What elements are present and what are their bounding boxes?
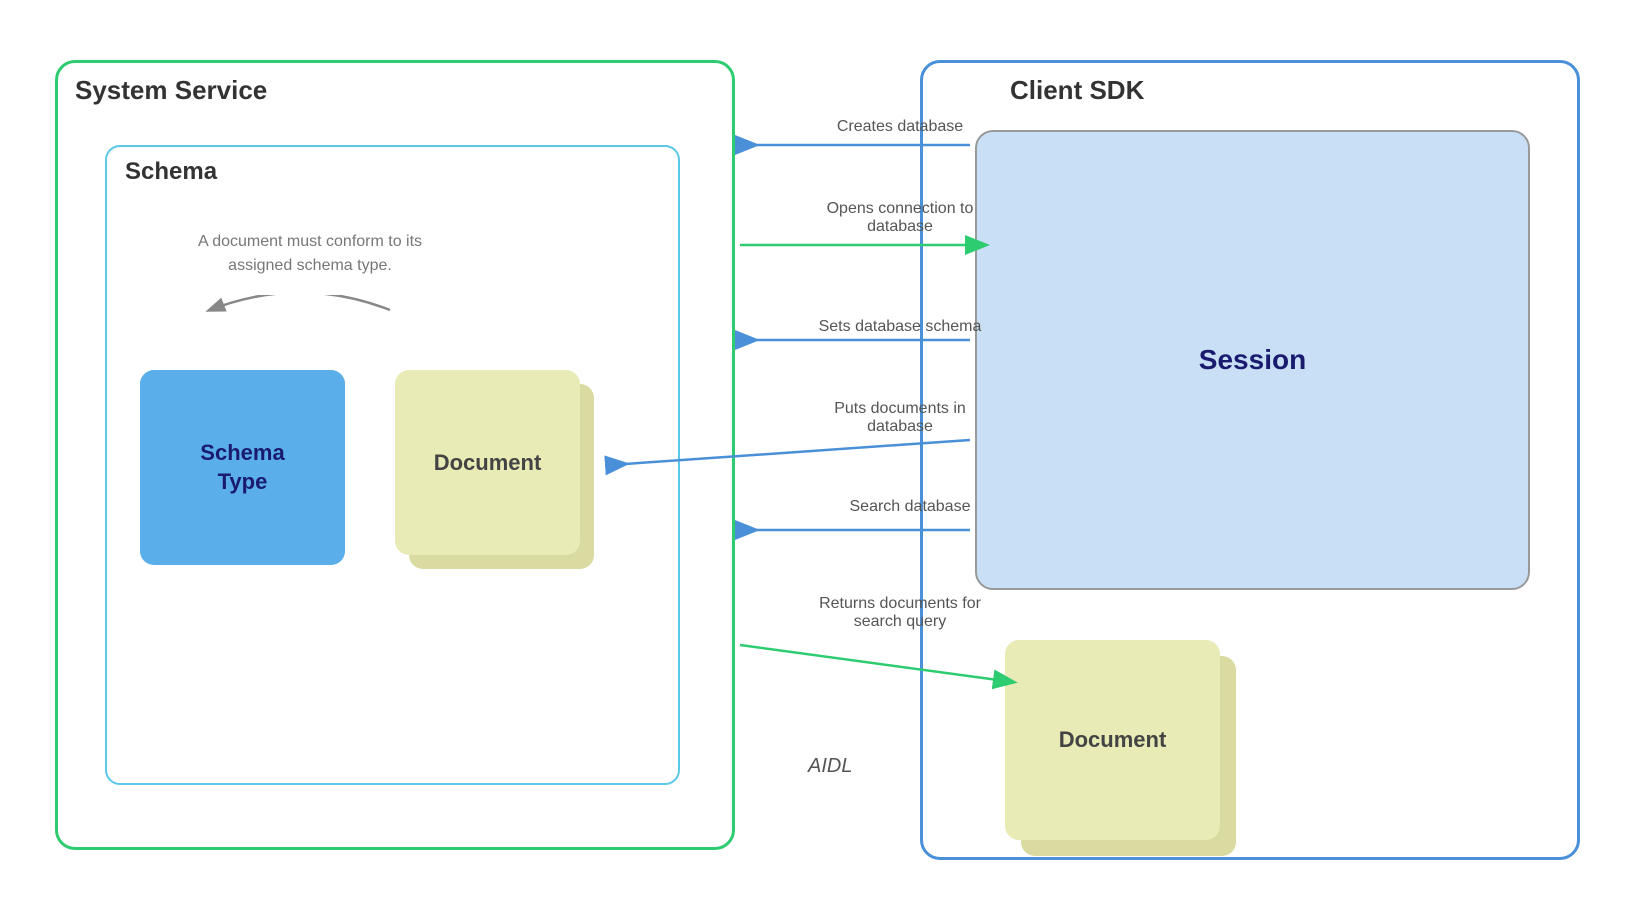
system-service-label: System Service (75, 75, 267, 106)
arrow-label-puts-documents: Puts documents indatabase (800, 400, 1000, 436)
aidl-label: AIDL (808, 755, 852, 778)
diagram-container: System Service Schema A document must co… (0, 0, 1635, 918)
document-card-front-right: Document (1005, 640, 1220, 840)
schema-label: Schema (125, 158, 217, 186)
session-box: Session (975, 130, 1530, 590)
arrow-label-search-database: Search database (810, 498, 1010, 516)
schema-type-stack: SchemaType (140, 370, 345, 565)
schema-description: A document must conform to its assigned … (170, 230, 450, 278)
arrow-label-opens-connection: Opens connection todatabase (800, 200, 1000, 236)
schema-type-card-front: SchemaType (140, 370, 345, 565)
client-sdk-label: Client SDK (1010, 75, 1144, 106)
document-card-front-left: Document (395, 370, 580, 555)
session-label: Session (1199, 344, 1306, 376)
arrow-label-returns-documents: Returns documents forsearch query (795, 595, 1005, 631)
arrow-label-sets-schema: Sets database schema (790, 318, 1010, 336)
curved-arrow-svg (150, 295, 450, 375)
arrow-label-creates-database: Creates database (800, 118, 1000, 136)
